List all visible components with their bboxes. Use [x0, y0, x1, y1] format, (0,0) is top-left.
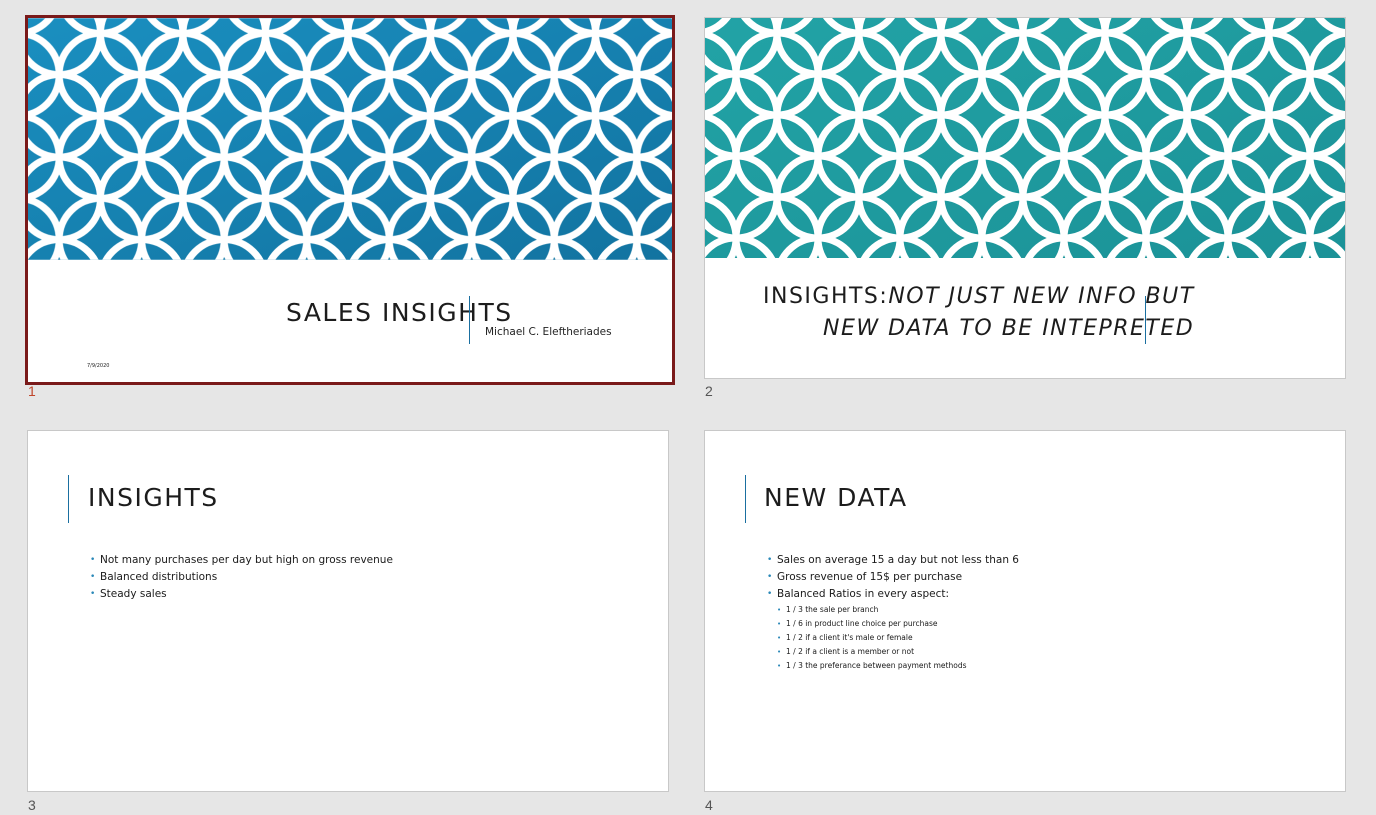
slide-2-title-line-1: INSIGHTS:NOT JUST NEW INFO BUT [763, 284, 1195, 309]
slide-2-title-prefix: INSIGHTS: [763, 284, 889, 309]
slide-4-bullet-list: Sales on average 15 a day but not less t… [767, 552, 1019, 603]
slide-thumbnail-4[interactable]: NEW DATA Sales on average 15 a day but n… [704, 430, 1346, 792]
slide-number-3: 3 [28, 797, 36, 813]
slide-4-sub-bullet: 1 / 2 if a client it's male or female [777, 631, 967, 645]
slide-4-bullet: Sales on average 15 a day but not less t… [767, 552, 1019, 569]
slide-4-sub-bullet: 1 / 2 if a client is a member or not [777, 645, 967, 659]
circle-pattern-teal [705, 18, 1345, 258]
slide-3-accent-bar [68, 475, 69, 523]
slide-thumbnail-1[interactable]: SALES INSIGHTS Michael C. Eleftheriades … [25, 15, 675, 385]
slide-number-2: 2 [705, 383, 713, 399]
slide-3-bullet: Steady sales [90, 586, 393, 603]
slide-1-title: SALES INSIGHTS [286, 298, 513, 327]
slide-4-sub-bullet: 1 / 6 in product line choice per purchas… [777, 617, 967, 631]
slide-1-date: 7/9/2020 [87, 363, 110, 369]
slide-2-title-italic-1: NOT JUST NEW INFO BUT [888, 284, 1195, 309]
slide-4-bullet: Balanced Ratios in every aspect: [767, 586, 1019, 603]
slide-3-bullet: Balanced distributions [90, 569, 393, 586]
slide-4-title: NEW DATA [764, 483, 908, 512]
slide-3-bullet: Not many purchases per day but high on g… [90, 552, 393, 569]
slide-number-4: 4 [705, 797, 713, 813]
slide-4-sub-bullet-list: 1 / 3 the sale per branch 1 / 6 in produ… [767, 603, 967, 673]
slide-3-bullet-list: Not many purchases per day but high on g… [90, 552, 393, 603]
slide-4-accent-bar [745, 475, 746, 523]
slide-4-sub-bullet: 1 / 3 the preferance between payment met… [777, 659, 967, 673]
slide-number-1: 1 [28, 383, 36, 399]
slide-1-accent-bar [469, 296, 470, 344]
slide-2-title-line-2: NEW DATA TO BE INTEPRETED [823, 316, 1195, 341]
slide-thumbnail-2[interactable]: INSIGHTS:NOT JUST NEW INFO BUT NEW DATA … [704, 17, 1346, 379]
slide-3-title: INSIGHTS [88, 483, 219, 512]
slide-1-subtitle: Michael C. Eleftheriades [485, 326, 612, 338]
slide-thumbnail-3[interactable]: INSIGHTS Not many purchases per day but … [27, 430, 669, 792]
slide-4-sub-bullet: 1 / 3 the sale per branch [777, 603, 967, 617]
slide-4-bullet: Gross revenue of 15$ per purchase [767, 569, 1019, 586]
circle-pattern-blue [28, 18, 672, 260]
slide-2-accent-bar [1145, 296, 1146, 344]
